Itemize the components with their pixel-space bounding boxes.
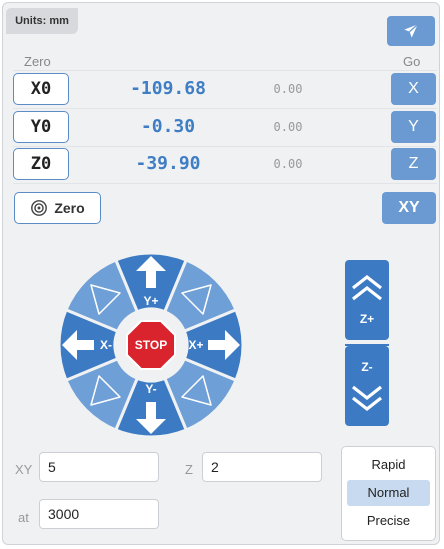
machine-position-z: 0.00 bbox=[273, 157, 303, 171]
jog-panel: Units: mm Zero Go X0 -109.68 0.00 X Y0 -… bbox=[2, 2, 440, 545]
feed-rate-input[interactable] bbox=[39, 499, 159, 529]
jog-z-minus-button[interactable]: Z- bbox=[345, 346, 389, 426]
crosshair-target-icon bbox=[31, 200, 48, 216]
stop-label: STOP bbox=[135, 338, 167, 352]
zero-y-button[interactable]: Y0 bbox=[13, 111, 69, 143]
row-divider bbox=[13, 108, 437, 109]
axis-row-z: Z0 -39.90 0.00 Z bbox=[13, 148, 437, 184]
zero-column-label: Zero bbox=[24, 54, 51, 69]
jog-y-minus-label: Y- bbox=[145, 382, 156, 396]
jog-z-plus-button[interactable]: Z+ bbox=[345, 260, 389, 340]
z-jog-column: Z+ Z- bbox=[345, 260, 389, 426]
work-position-x: -109.68 bbox=[130, 78, 206, 99]
units-label: Units: mm bbox=[6, 8, 78, 34]
row-divider bbox=[13, 146, 437, 147]
row-divider bbox=[13, 183, 437, 184]
machine-position-y: 0.00 bbox=[273, 120, 303, 134]
go-column-label: Go bbox=[403, 54, 421, 69]
axis-row-y: Y0 -0.30 0.00 Y bbox=[13, 111, 437, 147]
paper-plane-icon bbox=[404, 23, 419, 38]
go-z-button[interactable]: Z bbox=[391, 148, 436, 180]
send-button[interactable] bbox=[387, 16, 435, 46]
work-position-y: -0.30 bbox=[140, 116, 196, 137]
jog-x-plus-label: X+ bbox=[188, 338, 203, 352]
axis-row-x: X0 -109.68 0.00 X bbox=[13, 70, 437, 109]
xy-jog-wheel: Y+ Y- X+ X- STOP bbox=[58, 252, 244, 438]
zero-all-label: Zero bbox=[54, 200, 85, 216]
machine-position-x: 0.00 bbox=[273, 82, 303, 96]
xy-step-input[interactable] bbox=[39, 452, 159, 482]
zero-z-button[interactable]: Z0 bbox=[13, 148, 69, 180]
row-divider bbox=[13, 70, 437, 71]
work-position-z: -39.90 bbox=[135, 153, 201, 174]
go-y-button[interactable]: Y bbox=[391, 111, 436, 143]
go-xy-button[interactable]: XY bbox=[382, 192, 436, 224]
z-step-label: Z bbox=[185, 462, 193, 477]
xy-step-label: XY bbox=[15, 462, 33, 477]
zero-x-button[interactable]: X0 bbox=[13, 73, 69, 105]
speed-option-precise[interactable]: Precise bbox=[347, 508, 430, 534]
go-x-button[interactable]: X bbox=[391, 73, 436, 105]
jog-z-minus-label: Z- bbox=[361, 360, 373, 374]
jog-y-plus-label: Y+ bbox=[143, 294, 158, 308]
double-chevron-up-icon bbox=[352, 274, 382, 301]
feed-rate-label: at bbox=[18, 510, 29, 525]
double-chevron-down-icon bbox=[352, 385, 382, 412]
speed-option-rapid[interactable]: Rapid bbox=[347, 452, 430, 478]
speed-option-normal[interactable]: Normal bbox=[347, 480, 430, 506]
z-step-input[interactable] bbox=[202, 452, 322, 482]
zero-all-button[interactable]: Zero bbox=[14, 192, 101, 224]
jog-z-plus-label: Z+ bbox=[359, 312, 375, 326]
jog-x-minus-label: X- bbox=[100, 338, 112, 352]
speed-selector: Rapid Normal Precise bbox=[341, 446, 436, 541]
